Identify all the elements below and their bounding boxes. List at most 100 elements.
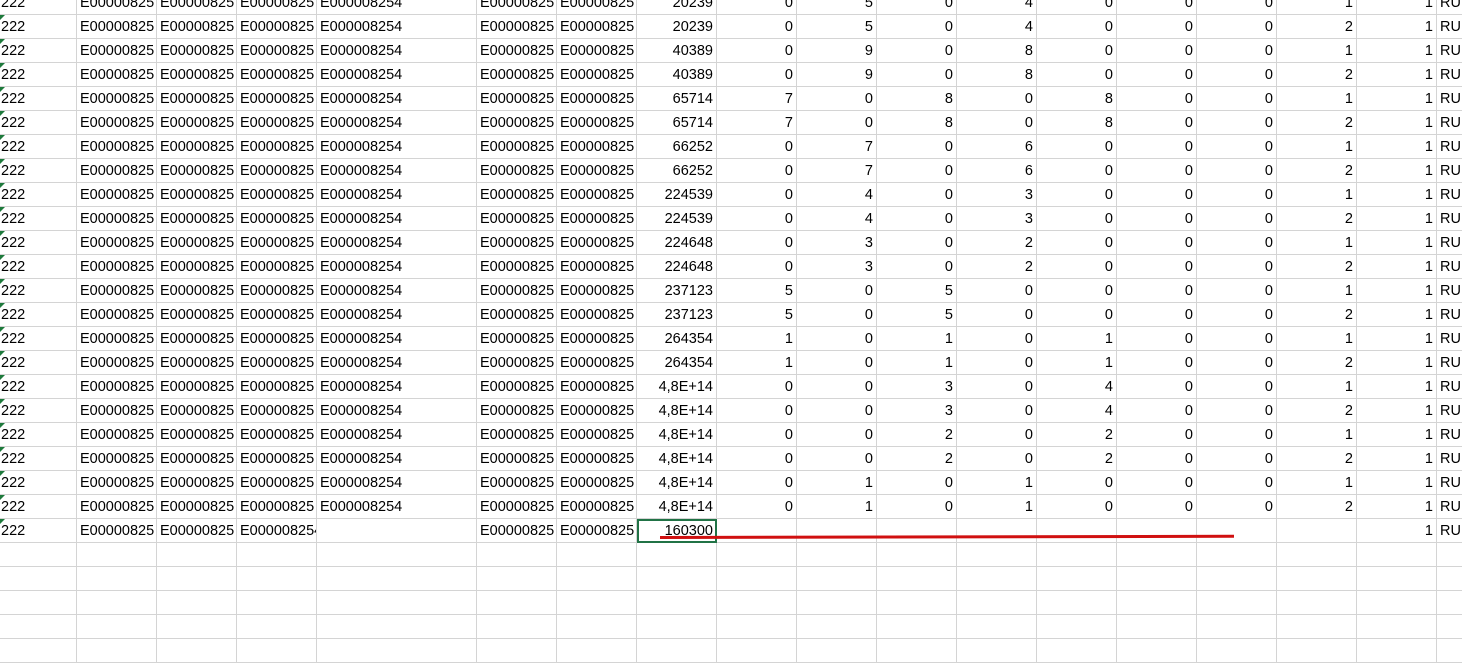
cell-g[interactable]: E00000825 <box>557 351 637 375</box>
cell-a[interactable]: 222 <box>0 135 77 159</box>
cell-h[interactable]: 237123 <box>637 303 717 327</box>
cell-i[interactable]: 0 <box>717 183 797 207</box>
cell-p[interactable]: 1 <box>1277 231 1357 255</box>
cell-i[interactable] <box>717 615 797 639</box>
cell-h[interactable]: 4,8E+14 <box>637 447 717 471</box>
cell-k[interactable]: 0 <box>877 135 957 159</box>
cell-m[interactable]: 0 <box>1037 279 1117 303</box>
cell-m[interactable] <box>1037 591 1117 615</box>
cell-b[interactable]: E00000825 <box>77 399 157 423</box>
cell-p[interactable] <box>1277 615 1357 639</box>
cell-n[interactable]: 0 <box>1117 111 1197 135</box>
cell-f[interactable] <box>477 639 557 663</box>
cell-a[interactable] <box>0 591 77 615</box>
cell-c[interactable] <box>157 543 237 567</box>
cell-i[interactable]: 5 <box>717 279 797 303</box>
cell-i[interactable]: 7 <box>717 111 797 135</box>
cell-r[interactable]: RU <box>1437 255 1462 279</box>
cell-n[interactable]: 0 <box>1117 15 1197 39</box>
cell-o[interactable]: 0 <box>1197 15 1277 39</box>
cell-b[interactable]: E00000825 <box>77 135 157 159</box>
cell-f[interactable]: E00000825 <box>477 111 557 135</box>
cell-h[interactable]: 66252 <box>637 135 717 159</box>
cell-q[interactable]: 1 <box>1357 303 1437 327</box>
cell-n[interactable]: 0 <box>1117 447 1197 471</box>
cell-e[interactable]: E000008254 <box>317 183 477 207</box>
cell-i[interactable]: 0 <box>717 399 797 423</box>
cell-j[interactable]: 4 <box>797 183 877 207</box>
cell-i[interactable] <box>717 567 797 591</box>
cell-o[interactable] <box>1197 639 1277 663</box>
cell-p[interactable]: 1 <box>1277 135 1357 159</box>
cell-q[interactable]: 1 <box>1357 495 1437 519</box>
cell-p[interactable]: 2 <box>1277 303 1357 327</box>
cell-q[interactable] <box>1357 639 1437 663</box>
cell-a[interactable]: 222 <box>0 471 77 495</box>
cell-b[interactable]: E00000825 <box>77 327 157 351</box>
cell-c[interactable] <box>157 567 237 591</box>
cell-o[interactable]: 0 <box>1197 231 1277 255</box>
cell-d[interactable] <box>237 591 317 615</box>
cell-i[interactable] <box>717 639 797 663</box>
cell-n[interactable]: 0 <box>1117 375 1197 399</box>
cell-f[interactable] <box>477 543 557 567</box>
cell-i[interactable]: 0 <box>717 15 797 39</box>
cell-e[interactable]: E000008254 <box>317 471 477 495</box>
cell-c[interactable]: E00000825 <box>157 231 237 255</box>
cell-k[interactable]: 5 <box>877 279 957 303</box>
cell-o[interactable]: 0 <box>1197 87 1277 111</box>
cell-p[interactable]: 1 <box>1277 183 1357 207</box>
cell-o[interactable] <box>1197 519 1277 543</box>
cell-h[interactable] <box>637 543 717 567</box>
cell-k[interactable]: 0 <box>877 63 957 87</box>
cell-j[interactable]: 9 <box>797 39 877 63</box>
cell-f[interactable] <box>477 567 557 591</box>
cell-f[interactable]: E00000825 <box>477 87 557 111</box>
cell-l[interactable]: 3 <box>957 183 1037 207</box>
cell-j[interactable] <box>797 639 877 663</box>
cell-f[interactable]: E00000825 <box>477 423 557 447</box>
cell-f[interactable] <box>477 615 557 639</box>
cell-n[interactable]: 0 <box>1117 87 1197 111</box>
cell-o[interactable]: 0 <box>1197 0 1277 15</box>
cell-c[interactable]: E00000825 <box>157 39 237 63</box>
cell-d[interactable]: E00000825 <box>237 231 317 255</box>
cell-i[interactable]: 0 <box>717 159 797 183</box>
cell-c[interactable]: E00000825 <box>157 327 237 351</box>
cell-b[interactable]: E00000825 <box>77 351 157 375</box>
cell-i[interactable]: 0 <box>717 0 797 15</box>
cell-h[interactable]: 224539 <box>637 207 717 231</box>
cell-i[interactable] <box>717 591 797 615</box>
cell-b[interactable] <box>77 615 157 639</box>
cell-e[interactable]: E000008254 <box>317 87 477 111</box>
cell-m[interactable]: 8 <box>1037 111 1117 135</box>
cell-n[interactable] <box>1117 519 1197 543</box>
cell-n[interactable]: 0 <box>1117 495 1197 519</box>
cell-r[interactable]: RU <box>1437 423 1462 447</box>
cell-l[interactable]: 3 <box>957 207 1037 231</box>
cell-k[interactable]: 0 <box>877 39 957 63</box>
cell-j[interactable]: 1 <box>797 495 877 519</box>
cell-e[interactable]: E000008254 <box>317 303 477 327</box>
cell-m[interactable]: 0 <box>1037 183 1117 207</box>
cell-p[interactable]: 1 <box>1277 423 1357 447</box>
cell-e[interactable]: E000008254 <box>317 279 477 303</box>
cell-g[interactable]: E00000825 <box>557 135 637 159</box>
cell-r[interactable]: RU <box>1437 327 1462 351</box>
cell-i[interactable]: 0 <box>717 471 797 495</box>
cell-g[interactable]: E00000825 <box>557 279 637 303</box>
cell-a[interactable]: 222 <box>0 159 77 183</box>
cell-m[interactable]: 1 <box>1037 327 1117 351</box>
cell-e[interactable]: E000008254 <box>317 327 477 351</box>
cell-d[interactable]: E00000825 <box>237 279 317 303</box>
cell-g[interactable]: E00000825 <box>557 63 637 87</box>
cell-a[interactable]: 222 <box>0 207 77 231</box>
cell-o[interactable]: 0 <box>1197 279 1277 303</box>
cell-q[interactable]: 1 <box>1357 351 1437 375</box>
cell-b[interactable] <box>77 567 157 591</box>
cell-a[interactable]: 222 <box>0 519 77 543</box>
cell-q[interactable]: 1 <box>1357 399 1437 423</box>
cell-p[interactable]: 1 <box>1277 0 1357 15</box>
cell-r[interactable]: RU <box>1437 471 1462 495</box>
cell-e[interactable]: E000008254 <box>317 399 477 423</box>
